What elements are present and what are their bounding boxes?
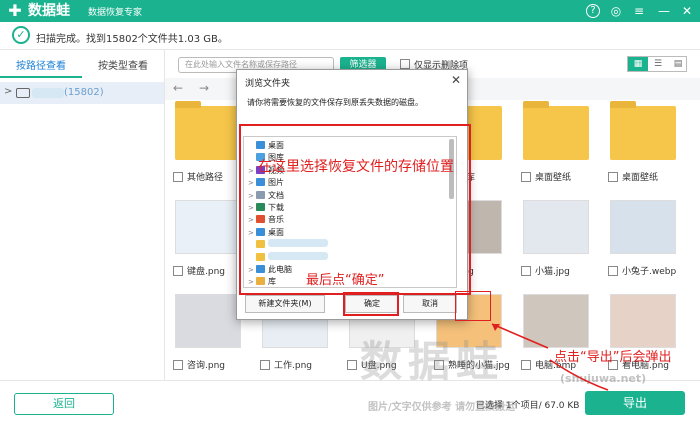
folder-icon[interactable]	[610, 101, 676, 160]
back-arrow-icon[interactable]: ←	[173, 81, 183, 95]
file-name: 咨询.png	[187, 361, 225, 371]
image-thumbnail[interactable]	[610, 294, 676, 348]
tree-item-drive[interactable]: > (15802)	[0, 82, 164, 104]
title-bar: ✚ 数据蛙 数据恢复专家 ? ◎ ≡ — ✕	[0, 0, 700, 22]
dialog-description: 请你将需要恢复的文件保存到原丢失数据的磁盘。	[247, 98, 423, 107]
file-checkbox[interactable]	[521, 172, 531, 182]
file-checkbox[interactable]	[173, 266, 183, 276]
forward-arrow-icon[interactable]: →	[199, 81, 209, 95]
view-mode-switch: ▦ ☰ ▤	[627, 56, 687, 72]
image-thumbnail[interactable]	[175, 294, 241, 348]
file-name: 小猫.jpg	[535, 267, 570, 277]
image-thumbnail[interactable]	[175, 200, 241, 254]
file-checkbox[interactable]	[608, 172, 618, 182]
dialog-close-icon[interactable]: ✕	[451, 73, 461, 87]
grid-view-icon[interactable]: ▦	[628, 57, 648, 71]
view-tabs: 按路径查看 按类型查看	[0, 56, 164, 78]
check-circle-icon: ✓	[12, 26, 30, 44]
file-tile[interactable]: 小兔子.webp	[600, 194, 686, 286]
detail-view-icon[interactable]: ▤	[668, 57, 688, 71]
annotation-choose-location: 在这里选择恢复文件的存储位置	[258, 159, 454, 175]
file-checkbox[interactable]	[608, 266, 618, 276]
file-checkbox[interactable]	[521, 266, 531, 276]
file-name: 小兔子.webp	[622, 267, 677, 277]
file-checkbox[interactable]	[260, 360, 270, 370]
drive-icon	[16, 88, 30, 98]
blurred-drive-name	[32, 88, 64, 98]
file-name: 桌面壁纸	[535, 173, 572, 183]
highlight-photo	[455, 291, 491, 321]
back-button[interactable]: 返回	[14, 393, 114, 415]
tab-by-path[interactable]: 按路径查看	[0, 56, 82, 78]
file-tile[interactable]: 小猫.jpg	[513, 194, 599, 286]
file-checkbox[interactable]	[173, 360, 183, 370]
arrow-to-photo-icon	[491, 323, 609, 391]
file-checkbox[interactable]	[347, 360, 357, 370]
file-name: 桌面壁纸	[622, 173, 659, 183]
help-icon[interactable]: ?	[586, 4, 600, 18]
file-tile[interactable]: 看电脑.png	[600, 288, 686, 380]
image-thumbnail[interactable]	[523, 200, 589, 254]
file-checkbox[interactable]	[173, 172, 183, 182]
image-thumbnail[interactable]	[610, 200, 676, 254]
folder-icon[interactable]	[175, 101, 241, 160]
settings-icon[interactable]: ◎	[608, 3, 624, 19]
scan-status-text: 扫描完成。找到15802个文件共1.03 GB。	[36, 34, 228, 45]
scan-status-bar: ✓ 扫描完成。找到15802个文件共1.03 GB。	[0, 22, 700, 50]
dialog-title: 浏览文件夹	[245, 79, 291, 89]
app-logo-icon: ✚	[8, 1, 22, 20]
new-folder-button[interactable]: 新建文件夹(M)	[245, 295, 325, 313]
file-name: 工作.png	[274, 361, 312, 371]
checkbox-icon[interactable]	[400, 59, 410, 69]
tree-item-count: (15802)	[64, 87, 104, 98]
minimize-icon[interactable]: —	[656, 3, 672, 19]
chevron-right-icon[interactable]: >	[4, 86, 12, 97]
file-tile[interactable]: 桌面壁纸	[600, 100, 686, 192]
cancel-button[interactable]: 取消	[403, 295, 457, 313]
file-tile[interactable]: 桌面壁纸	[513, 100, 599, 192]
annotation-click-ok: 最后点“确定”	[306, 273, 385, 288]
highlight-ok-button	[343, 292, 399, 316]
close-icon[interactable]: ✕	[679, 3, 695, 19]
app-subtitle: 数据恢复专家	[88, 8, 143, 18]
app-name: 数据蛙	[28, 3, 70, 19]
tab-by-type[interactable]: 按类型查看	[82, 56, 164, 78]
folder-icon[interactable]	[523, 101, 589, 160]
list-view-icon[interactable]: ☰	[648, 57, 668, 71]
menu-icon[interactable]: ≡	[631, 3, 647, 19]
watermark-note: 图片/文字仅供参考 请勿直接搬运	[368, 402, 516, 413]
